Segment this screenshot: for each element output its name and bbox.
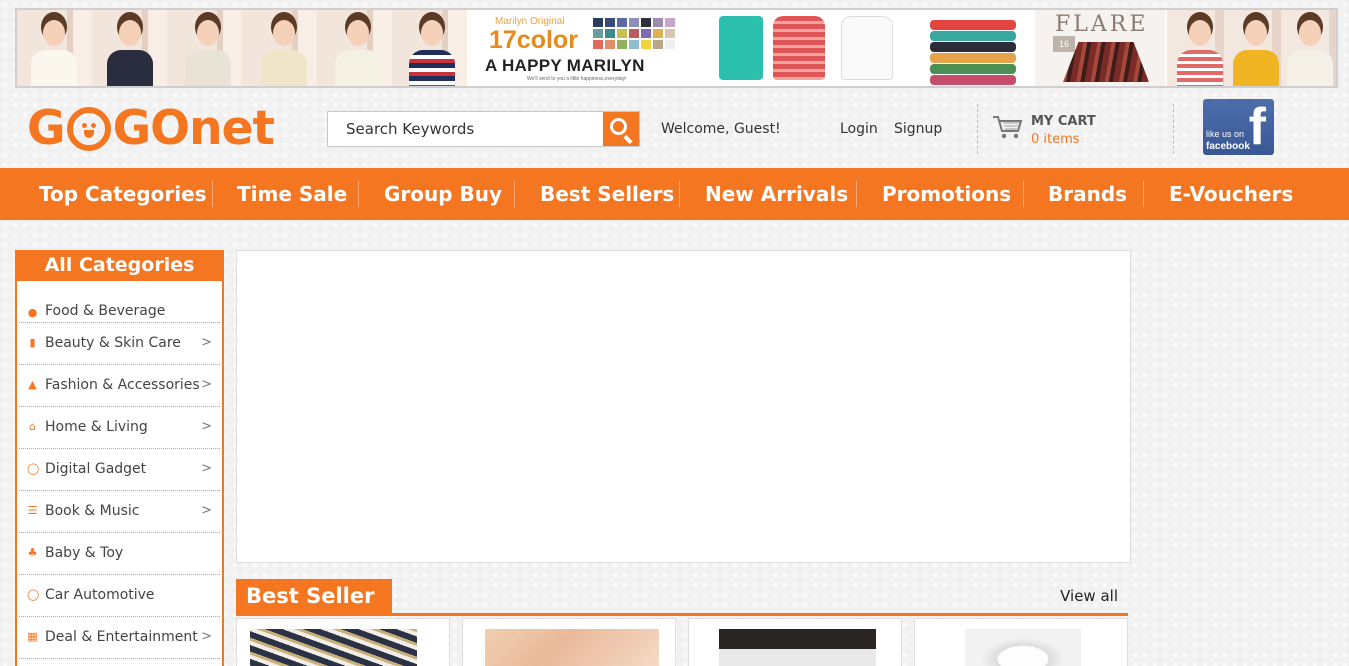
category-label: Digital Gadget: [45, 461, 147, 477]
product-image: [250, 629, 417, 666]
main-nav: Top Categories Time Sale Group Buy Best …: [0, 168, 1349, 220]
cart-count: 0 items: [1031, 132, 1080, 147]
welcome-text: Welcome, Guest!: [661, 121, 781, 137]
book-icon: ☰: [27, 504, 38, 517]
nav-group-buy[interactable]: Group Buy: [384, 168, 502, 220]
category-home-living[interactable]: ⌂ Home & Living >: [19, 407, 220, 449]
logo-letter-g: G: [27, 101, 66, 156]
cart-icon: [993, 116, 1023, 139]
chevron-right-icon: >: [201, 377, 212, 392]
nav-new-arrivals[interactable]: New Arrivals: [705, 168, 848, 220]
header-divider: [1173, 104, 1174, 154]
logo-puppy-icon: [66, 107, 111, 151]
category-digital-gadget[interactable]: ◯ Digital Gadget >: [19, 449, 220, 491]
nav-separator: [358, 181, 359, 207]
banner-folded-clothes-image: [912, 10, 1032, 86]
color-swatches: [593, 18, 675, 49]
header-divider: [977, 104, 978, 154]
product-card[interactable]: [688, 618, 902, 666]
promo-big-text: 17color: [489, 26, 578, 54]
category-label: Beauty & Skin Care: [45, 335, 181, 351]
category-label: Baby & Toy: [45, 545, 124, 561]
category-deal-entertainment[interactable]: ▦ Deal & Entertainment >: [19, 617, 220, 659]
promo-subtitle: We'll send to you a little happiness,eve…: [527, 76, 627, 82]
chevron-right-icon: >: [201, 335, 212, 350]
top-banner-ad[interactable]: Marilyn Original 17color A HAPPY MARILYN…: [15, 8, 1338, 88]
product-image: [965, 629, 1081, 666]
banner-models-image: [17, 10, 467, 86]
search-button[interactable]: [603, 112, 639, 146]
baby-icon: ♣: [27, 546, 38, 559]
logo-text: GOnet: [112, 101, 275, 156]
category-food-beverage[interactable]: ● Food & Beverage: [19, 281, 220, 323]
category-sidebar: All Categories ● Food & Beverage ▮ Beaut…: [15, 250, 224, 666]
category-beauty-skin-care[interactable]: ▮ Beauty & Skin Care >: [19, 323, 220, 365]
nav-separator: [212, 181, 213, 207]
nav-separator: [1143, 181, 1144, 207]
sidebar-title: All Categories: [15, 250, 224, 281]
category-label: Home & Living: [45, 419, 148, 435]
best-seller-header: Best Seller View all: [236, 579, 1128, 616]
nav-separator: [1023, 181, 1024, 207]
signup-link[interactable]: Signup: [894, 121, 942, 137]
chevron-right-icon: >: [201, 461, 212, 476]
facebook-like-text: like us on: [1206, 129, 1245, 139]
site-logo[interactable]: G GOnet: [27, 100, 275, 158]
search-input[interactable]: [328, 112, 603, 146]
fashion-icon: ▲: [28, 378, 37, 391]
food-icon: ●: [27, 306, 38, 319]
category-label: Food & Beverage: [45, 303, 166, 319]
cart-widget[interactable]: MY CART 0 items: [992, 112, 1132, 152]
category-baby-toy[interactable]: ♣ Baby & Toy: [19, 533, 220, 575]
search-bar: [327, 111, 640, 147]
flare-brand-text: FLARE: [1055, 12, 1149, 37]
login-link[interactable]: Login: [840, 121, 878, 137]
facebook-name-text: facebook: [1206, 141, 1250, 152]
banner-models-image-2: [1167, 10, 1336, 86]
category-book-music[interactable]: ☰ Book & Music >: [19, 491, 220, 533]
nav-best-sellers[interactable]: Best Sellers: [540, 168, 674, 220]
product-image: [719, 629, 876, 666]
category-label: Book & Music: [45, 503, 140, 519]
facebook-icon: f: [1248, 99, 1266, 155]
nav-time-sale[interactable]: Time Sale: [237, 168, 347, 220]
chevron-right-icon: >: [201, 419, 212, 434]
flare-tag: 16: [1053, 36, 1075, 52]
product-image: [485, 629, 659, 666]
best-seller-title: Best Seller: [236, 579, 392, 616]
deal-icon: ▦: [27, 630, 38, 643]
chevron-right-icon: >: [201, 629, 212, 644]
banner-shirts-image: [699, 10, 909, 86]
product-card[interactable]: [462, 618, 676, 666]
nav-separator: [679, 181, 680, 207]
car-icon: ◯: [27, 588, 40, 601]
promo-title: A HAPPY MARILYN: [485, 56, 645, 75]
nav-separator: [514, 181, 515, 207]
nav-promotions[interactable]: Promotions: [882, 168, 1011, 220]
nav-e-vouchers[interactable]: E-Vouchers: [1169, 168, 1293, 220]
search-icon: [610, 118, 627, 135]
cart-title: MY CART: [1031, 114, 1096, 129]
nav-brands[interactable]: Brands: [1048, 168, 1127, 220]
product-card[interactable]: [914, 618, 1128, 666]
facebook-like-button[interactable]: f like us on facebook: [1203, 99, 1274, 155]
banner-promo-panel: Marilyn Original 17color A HAPPY MARILYN…: [475, 10, 695, 86]
category-label: Deal & Entertainment: [45, 629, 198, 645]
category-car-automotive[interactable]: ◯ Car Automotive: [19, 575, 220, 617]
chevron-right-icon: >: [201, 503, 212, 518]
product-card[interactable]: [236, 618, 450, 666]
category-fashion-accessories[interactable]: ▲ Fashion & Accessories >: [19, 365, 220, 407]
gadget-icon: ◯: [27, 462, 40, 475]
beauty-icon: ▮: [29, 336, 36, 349]
banner-flare-skirt-image: FLARE 16: [1035, 10, 1165, 86]
view-all-link[interactable]: View all: [1060, 587, 1118, 605]
category-label: Car Automotive: [45, 587, 155, 603]
home-icon: ⌂: [29, 420, 36, 433]
nav-top-categories[interactable]: Top Categories: [39, 168, 207, 220]
category-label: Fashion & Accessories: [45, 377, 200, 393]
main-banner-slider[interactable]: [236, 250, 1131, 563]
nav-separator: [856, 181, 857, 207]
